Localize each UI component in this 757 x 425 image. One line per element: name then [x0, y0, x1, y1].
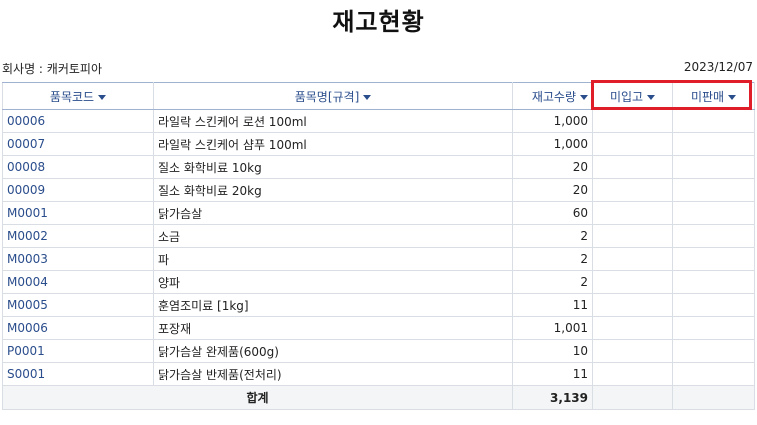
item-name-cell: 소금: [153, 224, 513, 248]
item-name-cell: 양파: [153, 270, 513, 294]
item-code-cell[interactable]: M0001: [2, 201, 154, 225]
unsold-cell: [672, 362, 755, 386]
table-row: M0004 양파 2: [2, 270, 755, 294]
table-row: M0005 훈염조미료 [1kg] 11: [2, 293, 755, 317]
stock-qty-cell: 1,000: [512, 132, 593, 156]
stock-qty-cell: 10: [512, 339, 593, 363]
unreceived-cell: [592, 362, 673, 386]
column-header-unreceived[interactable]: 미입고: [592, 82, 673, 110]
report-date: 2023/12/07: [683, 60, 753, 74]
total-unreceived: [592, 385, 673, 410]
unreceived-cell: [592, 109, 673, 133]
column-header-item-name[interactable]: 품목명[규격]: [153, 82, 513, 110]
table-row: S0001 닭가슴살 반제품(전처리) 11: [2, 362, 755, 386]
unsold-cell: [672, 224, 755, 248]
unsold-cell: [672, 201, 755, 225]
unreceived-cell: [592, 293, 673, 317]
item-code-cell[interactable]: M0002: [2, 224, 154, 248]
stock-qty-cell: 60: [512, 201, 593, 225]
unreceived-cell: [592, 178, 673, 202]
item-name-cell: 훈염조미료 [1kg]: [153, 293, 513, 317]
unreceived-cell: [592, 155, 673, 179]
unsold-cell: [672, 132, 755, 156]
item-code-cell[interactable]: M0006: [2, 316, 154, 340]
item-name-cell: 질소 화학비료 20kg: [153, 178, 513, 202]
table-row: P0001 닭가슴살 완제품(600g) 10: [2, 339, 755, 363]
stock-qty-cell: 1,000: [512, 109, 593, 133]
table-row: M0002 소금 2: [2, 224, 755, 248]
stock-qty-cell: 2: [512, 270, 593, 294]
item-code-cell[interactable]: S0001: [2, 362, 154, 386]
unreceived-cell: [592, 201, 673, 225]
column-header-stock-qty[interactable]: 재고수량: [512, 82, 593, 110]
unsold-cell: [672, 339, 755, 363]
unreceived-cell: [592, 316, 673, 340]
company-name: 회사명 : 캐커토피아: [2, 62, 102, 76]
unreceived-cell: [592, 247, 673, 271]
item-code-cell[interactable]: M0005: [2, 293, 154, 317]
table-row: 00009 질소 화학비료 20kg 20: [2, 178, 755, 202]
unsold-cell: [672, 316, 755, 340]
table-row: 00007 라일락 스킨케어 샴푸 100ml 1,000: [2, 132, 755, 156]
unsold-cell: [672, 247, 755, 271]
table-row: M0001 닭가슴살 60: [2, 201, 755, 225]
total-stock-qty: 3,139: [512, 385, 593, 410]
inventory-table: 품목코드 품목명[규격] 재고수량 미입고 미판매 00006 라일락 스킨케어…: [2, 82, 755, 410]
stock-qty-cell: 11: [512, 293, 593, 317]
item-name-cell: 질소 화학비료 10kg: [153, 155, 513, 179]
item-name-cell: 닭가슴살 완제품(600g): [153, 339, 513, 363]
stock-qty-cell: 11: [512, 362, 593, 386]
item-name-cell: 라일락 스킨케어 로션 100ml: [153, 109, 513, 133]
unsold-cell: [672, 109, 755, 133]
unreceived-cell: [592, 132, 673, 156]
stock-qty-cell: 2: [512, 247, 593, 271]
item-name-cell: 파: [153, 247, 513, 271]
table-row: 00006 라일락 스킨케어 로션 100ml 1,000: [2, 109, 755, 133]
item-name-cell: 닭가슴살: [153, 201, 513, 225]
stock-qty-cell: 20: [512, 155, 593, 179]
item-code-cell[interactable]: 00009: [2, 178, 154, 202]
item-code-cell[interactable]: P0001: [2, 339, 154, 363]
total-row: 합계 3,139: [2, 385, 755, 410]
unreceived-cell: [592, 270, 673, 294]
total-unsold: [672, 385, 755, 410]
item-name-cell: 닭가슴살 반제품(전처리): [153, 362, 513, 386]
caret-down-icon: [728, 94, 737, 100]
unsold-cell: [672, 270, 755, 294]
unreceived-cell: [592, 339, 673, 363]
unreceived-cell: [592, 224, 673, 248]
table-header-row: 품목코드 품목명[규격] 재고수량 미입고 미판매: [2, 82, 755, 110]
table-row: 00008 질소 화학비료 10kg 20: [2, 155, 755, 179]
total-label: 합계: [2, 385, 513, 410]
unsold-cell: [672, 293, 755, 317]
caret-down-icon: [363, 94, 372, 100]
stock-qty-cell: 20: [512, 178, 593, 202]
page-title: 재고현황: [332, 8, 425, 36]
item-code-cell[interactable]: 00007: [2, 132, 154, 156]
column-header-item-code[interactable]: 품목코드: [2, 82, 154, 110]
item-name-cell: 라일락 스킨케어 샴푸 100ml: [153, 132, 513, 156]
unsold-cell: [672, 155, 755, 179]
item-code-cell[interactable]: M0003: [2, 247, 154, 271]
item-code-cell[interactable]: 00008: [2, 155, 154, 179]
column-header-unsold[interactable]: 미판매: [672, 82, 755, 110]
item-code-cell[interactable]: M0004: [2, 270, 154, 294]
item-name-cell: 포장재: [153, 316, 513, 340]
unsold-cell: [672, 178, 755, 202]
item-code-cell[interactable]: 00006: [2, 109, 154, 133]
stock-qty-cell: 2: [512, 224, 593, 248]
table-row: M0003 파 2: [2, 247, 755, 271]
caret-down-icon: [647, 94, 656, 100]
table-row: M0006 포장재 1,001: [2, 316, 755, 340]
stock-qty-cell: 1,001: [512, 316, 593, 340]
caret-down-icon: [580, 94, 588, 100]
caret-down-icon: [98, 94, 107, 100]
